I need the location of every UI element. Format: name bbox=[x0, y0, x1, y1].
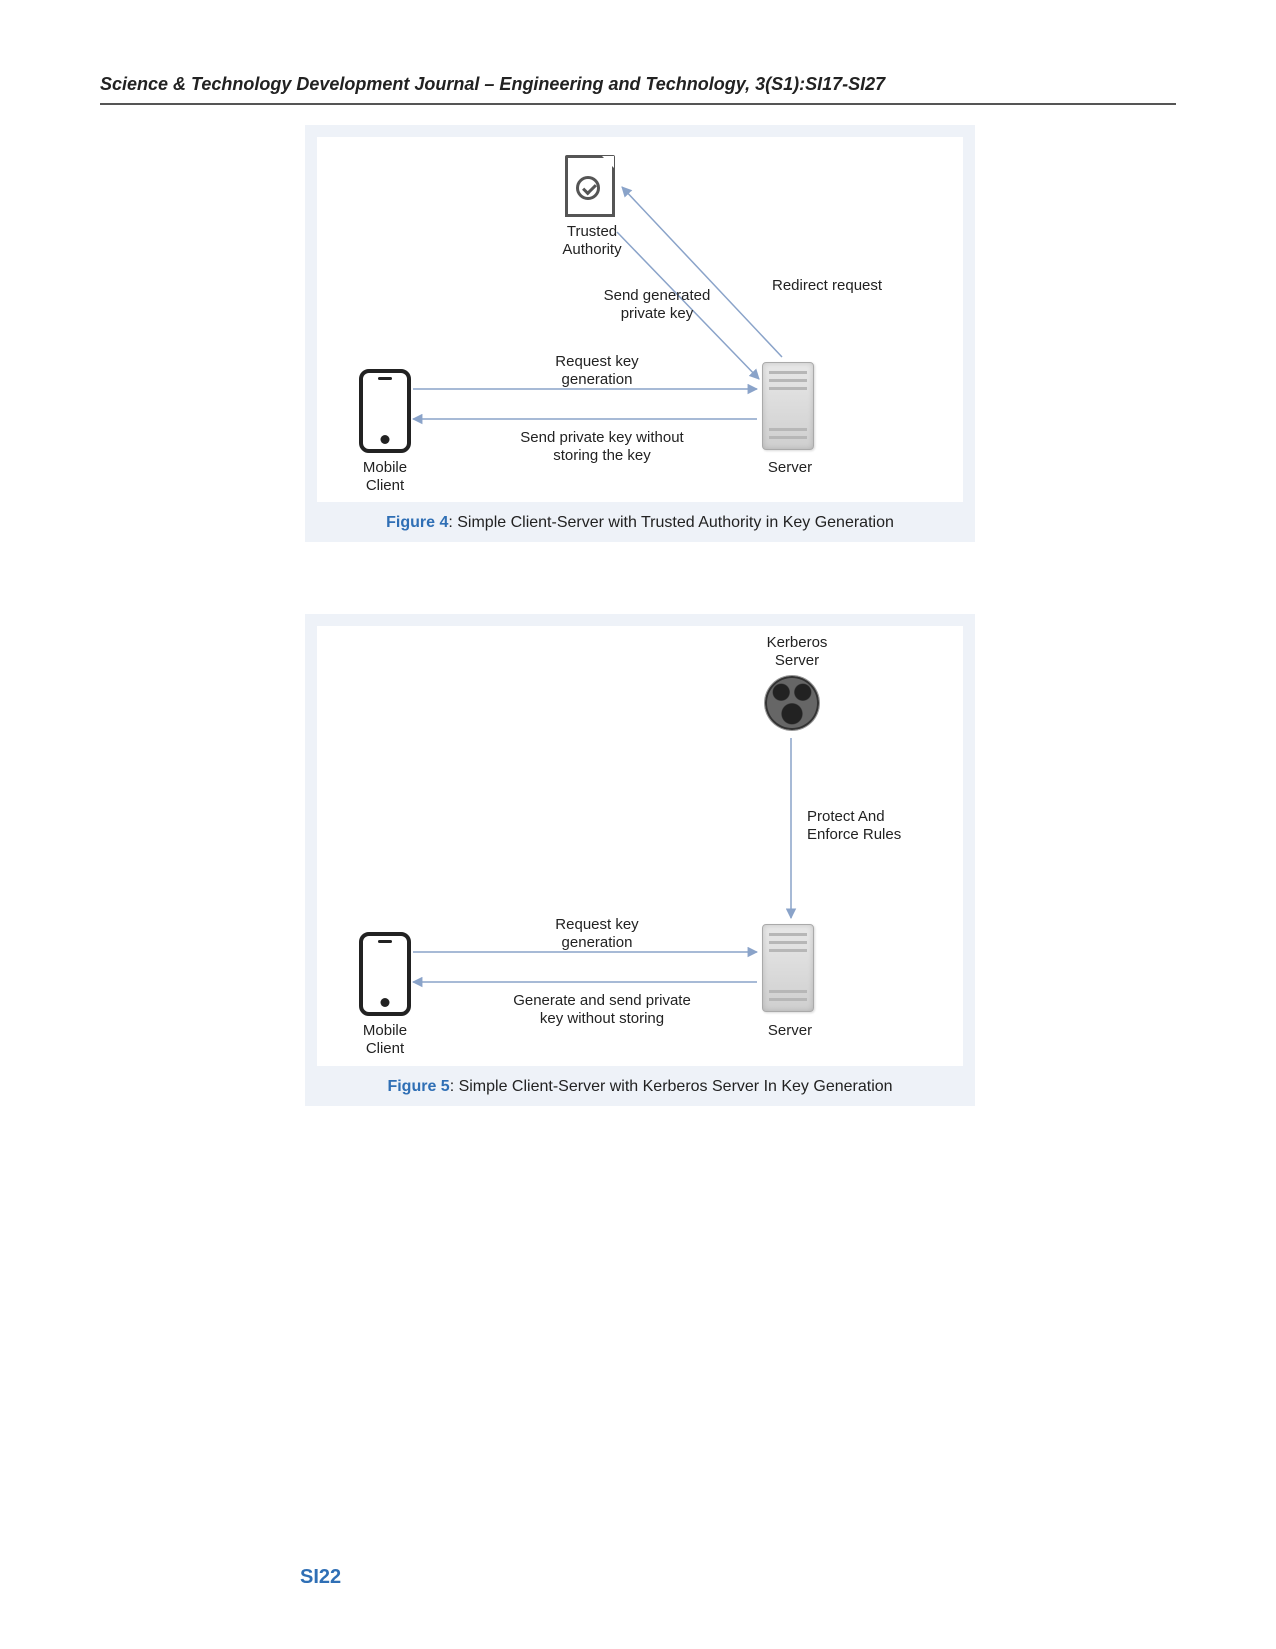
figure-5-caption-label: Figure 5 bbox=[387, 1078, 449, 1095]
protect-enforce-label: Protect And Enforce Rules bbox=[807, 808, 947, 844]
send-generated-key-label: Send generated private key bbox=[587, 287, 727, 323]
figure-5: Kerberos Server Mobile Client Server Pro… bbox=[305, 614, 975, 1106]
generate-send-key-label: Generate and send private key without st… bbox=[477, 992, 727, 1028]
figure-5-caption: Figure 5: Simple Client-Server with Kerb… bbox=[317, 1066, 963, 1096]
figure-5-caption-text: : Simple Client-Server with Kerberos Ser… bbox=[450, 1078, 893, 1095]
request-key-label: Request key generation bbox=[522, 916, 672, 952]
figure-4-caption-label: Figure 4 bbox=[386, 514, 448, 531]
figure-4-diagram: Trusted Authority Mobile Client Server bbox=[317, 137, 963, 502]
figure-4-caption-text: : Simple Client-Server with Trusted Auth… bbox=[448, 514, 894, 531]
send-private-key-label: Send private key without storing the key bbox=[487, 429, 717, 465]
page-number: SI22 bbox=[300, 1566, 341, 1589]
figure-5-diagram: Kerberos Server Mobile Client Server Pro… bbox=[317, 626, 963, 1066]
figure-4-caption: Figure 4: Simple Client-Server with Trus… bbox=[317, 502, 963, 532]
request-key-label: Request key generation bbox=[522, 353, 672, 389]
figure-4: Trusted Authority Mobile Client Server bbox=[305, 125, 975, 542]
redirect-request-label: Redirect request bbox=[772, 277, 912, 295]
running-header: Science & Technology Development Journal… bbox=[100, 74, 1176, 105]
